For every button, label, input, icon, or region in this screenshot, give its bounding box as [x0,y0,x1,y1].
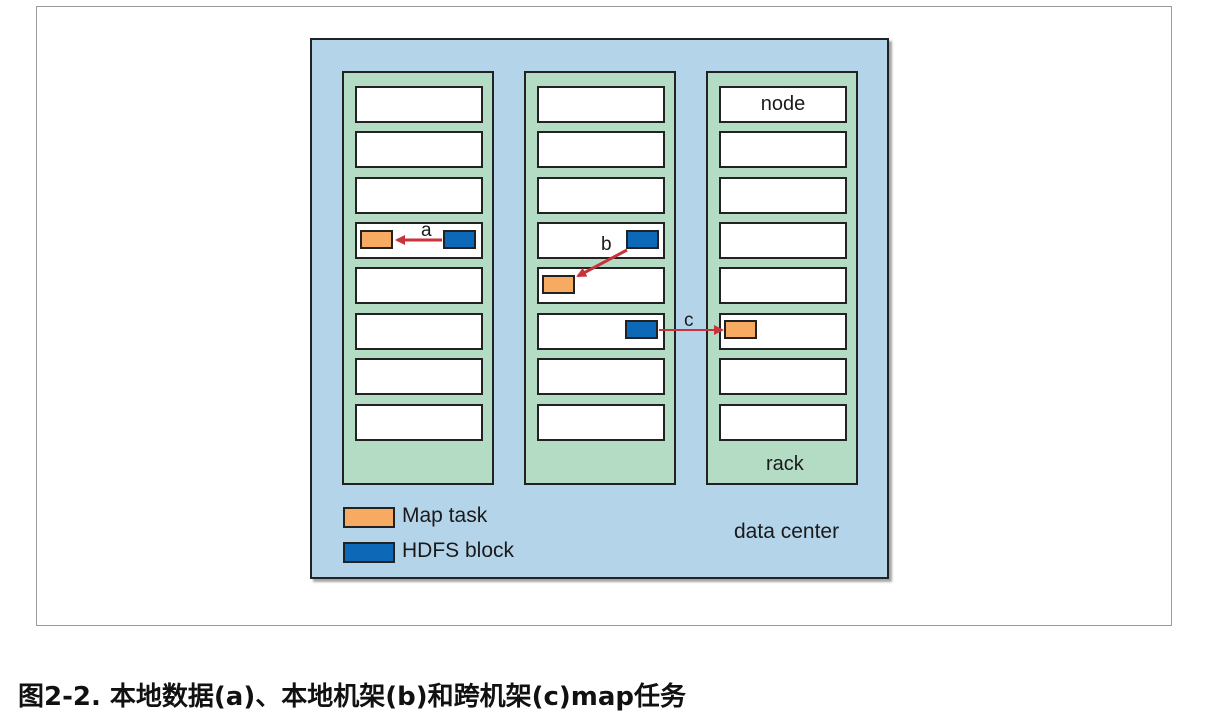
rack-3-node-4 [719,222,847,259]
rack-3-node-5 [719,267,847,304]
map-task-a [360,230,393,249]
rack-1-node-3 [355,177,483,214]
rack-2-node-1 [537,86,665,123]
rack-1-node-6 [355,313,483,350]
map-task-c [724,320,757,339]
rack-3-node-8 [719,404,847,441]
data-center-label: data center [734,520,840,543]
rack-3-node-1: node [719,86,847,123]
legend-hdfs-block-label: HDFS block [402,539,515,562]
rack-3-node-3 [719,177,847,214]
rack-1 [342,71,494,485]
rack-3: node rack [706,71,858,485]
rack-1-node-1 [355,86,483,123]
data-center: node rack data center Map task HDFS bloc… [310,38,889,579]
rack-1-node-7 [355,358,483,395]
rack-2-node-3 [537,177,665,214]
figure-caption: 图2-2. 本地数据(a)、本地机架(b)和跨机架(c)map任务 [18,682,687,712]
rack-label: rack [766,453,804,475]
rack-2-node-7 [537,358,665,395]
node-label: node [760,93,806,115]
rack-1-node-8 [355,404,483,441]
rack-1-node-5 [355,267,483,304]
legend-hdfs-block-swatch [343,542,395,563]
hdfs-block-b [626,230,659,249]
legend-map-task-label: Map task [402,504,488,527]
rack-3-node-2 [719,131,847,168]
rack-2-node-8 [537,404,665,441]
legend-map-task-swatch [343,507,395,528]
hdfs-block-a [443,230,476,249]
rack-1-node-2 [355,131,483,168]
hdfs-block-c [625,320,658,339]
rack-2-node-2 [537,131,665,168]
rack-3-node-7 [719,358,847,395]
map-task-b [542,275,575,294]
